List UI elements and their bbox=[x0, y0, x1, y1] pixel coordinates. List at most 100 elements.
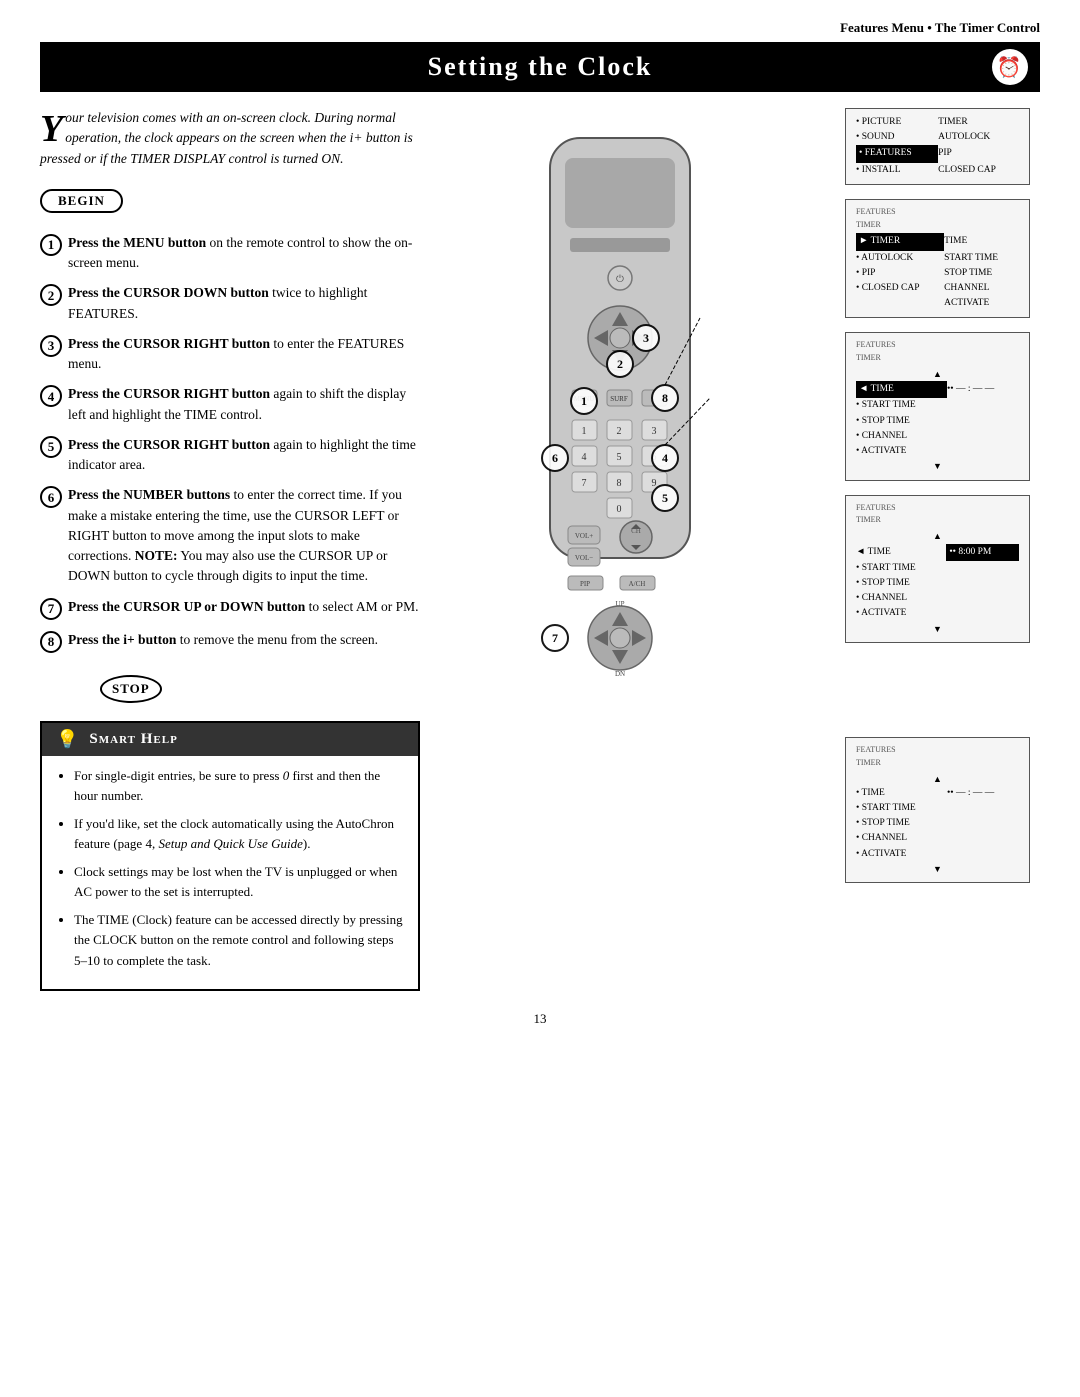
menu-cell: • STOP TIME bbox=[856, 576, 946, 591]
menu-cell: • PICTURE bbox=[856, 115, 938, 130]
menu-row: • PIP STOP TIME bbox=[856, 266, 1019, 281]
smart-help-title: 💡 Smart Help bbox=[42, 723, 418, 756]
menu-row-highlighted: ► TIMER TIME bbox=[856, 233, 1019, 250]
up-arrow-3: ▲ bbox=[856, 772, 1019, 786]
menu-cell: ACTIVATE bbox=[944, 296, 1019, 311]
clock-icon: ⏰ bbox=[992, 49, 1028, 85]
menu-cell-time-value: •• 8:00 PM bbox=[946, 544, 1019, 561]
step-4-number: 4 bbox=[40, 385, 62, 407]
svg-text:3: 3 bbox=[652, 426, 657, 437]
svg-text:DN: DN bbox=[615, 670, 625, 678]
menu-row: • STOP TIME bbox=[856, 576, 1019, 591]
menu-cell: • STOP TIME bbox=[856, 414, 947, 429]
step-2: 2 Press the CURSOR DOWN button twice to … bbox=[40, 283, 420, 324]
menu-cell-timer-highlighted: ► TIMER bbox=[856, 233, 944, 250]
steps-list: 1 Press the MENU button on the remote co… bbox=[40, 233, 420, 653]
step-4-bold: Press the CURSOR RIGHT button bbox=[68, 386, 270, 401]
svg-text:1: 1 bbox=[582, 426, 587, 437]
menu-cell: • INSTALL bbox=[856, 163, 938, 178]
screen-header-1: FEATURES bbox=[856, 206, 1019, 219]
menu-cell: • START TIME bbox=[856, 561, 946, 576]
menu-cell bbox=[856, 296, 944, 311]
step-5: 5 Press the CURSOR RIGHT button again to… bbox=[40, 435, 420, 476]
menu-row: • CHANNEL bbox=[856, 429, 1019, 444]
menu-row: • CHANNEL bbox=[856, 591, 1019, 606]
down-arrow-2: ▼ bbox=[856, 622, 1019, 636]
stop-badge: STOP bbox=[100, 675, 162, 703]
down-arrow: ▼ bbox=[856, 459, 1019, 473]
step-1-number: 1 bbox=[40, 234, 62, 256]
page-title-bar: Setting the Clock ⏰ bbox=[40, 42, 1040, 92]
page-num-text: 13 bbox=[534, 1011, 547, 1026]
page-title: Setting the Clock bbox=[428, 52, 653, 82]
svg-text:8: 8 bbox=[662, 391, 668, 405]
step-5-content: Press the CURSOR RIGHT button again to h… bbox=[68, 435, 420, 476]
begin-badge: BEGIN bbox=[40, 189, 123, 213]
menu-cell: • ACTIVATE bbox=[856, 606, 946, 621]
svg-text:5: 5 bbox=[662, 491, 668, 505]
menu-row: • PICTURE TIMER bbox=[856, 115, 1019, 130]
step-3-number: 3 bbox=[40, 335, 62, 357]
menu-cell: • START TIME bbox=[856, 801, 947, 816]
step-6-bold: Press the NUMBER buttons bbox=[68, 487, 230, 502]
svg-text:SURF: SURF bbox=[610, 395, 628, 403]
smart-help-body: For single-digit entries, be sure to pre… bbox=[42, 756, 418, 989]
step-7: 7 Press the CURSOR UP or DOWN button to … bbox=[40, 597, 420, 620]
menu-row: • TIME •• — : — — bbox=[856, 786, 1019, 801]
menu-cell: • CHANNEL bbox=[856, 591, 946, 606]
smart-help-item-4: The TIME (Clock) feature can be accessed… bbox=[74, 910, 404, 970]
svg-text:PIP: PIP bbox=[580, 580, 590, 588]
step-8-bold: Press the i+ button bbox=[68, 632, 176, 647]
svg-text:A/CH: A/CH bbox=[629, 580, 646, 588]
screen-header-3a: FEATURES bbox=[856, 339, 1019, 352]
menu-cell: CLOSED CAP bbox=[938, 163, 1019, 178]
right-column: ⏻ MENU SURF bbox=[440, 108, 1040, 991]
menu-row: • START TIME bbox=[856, 561, 1019, 576]
page-header: Features Menu • The Timer Control bbox=[40, 20, 1040, 36]
svg-text:4: 4 bbox=[662, 451, 668, 465]
up-arrow-2: ▲ bbox=[856, 529, 1019, 543]
smart-help-box: 💡 Smart Help For single-digit entries, b… bbox=[40, 721, 420, 991]
right-area: ⏻ MENU SURF bbox=[440, 108, 1040, 908]
step-6: 6 Press the NUMBER buttons to enter the … bbox=[40, 485, 420, 586]
menu-cell: • CHANNEL bbox=[856, 831, 947, 846]
step-4-content: Press the CURSOR RIGHT button again to s… bbox=[68, 384, 420, 425]
menu-cell-dashes2: •• — : — — bbox=[947, 786, 1019, 801]
menu-row: • ACTIVATE bbox=[856, 847, 1019, 862]
drop-cap: Y bbox=[40, 108, 63, 148]
svg-text:5: 5 bbox=[617, 452, 622, 463]
step-1: 1 Press the MENU button on the remote co… bbox=[40, 233, 420, 274]
menu-cell: • CLOSED CAP bbox=[856, 281, 944, 296]
menu-screen-2: FEATURES TIMER ► TIMER TIME • AUTOLOCK S… bbox=[845, 199, 1030, 319]
menu-row: • CLOSED CAP CHANNEL bbox=[856, 281, 1019, 296]
step-2-bold: Press the CURSOR DOWN button bbox=[68, 285, 269, 300]
svg-text:6: 6 bbox=[552, 451, 558, 465]
screen-header-2: TIMER bbox=[856, 219, 1019, 232]
bulb-icon: 💡 bbox=[56, 729, 79, 750]
menu-row: • CHANNEL bbox=[856, 831, 1019, 846]
step-3-content: Press the CURSOR RIGHT button to enter t… bbox=[68, 334, 420, 375]
menu-row: • STOP TIME bbox=[856, 414, 1019, 429]
menu-row: • ACTIVATE bbox=[856, 606, 1019, 621]
screen-header-5b: TIMER bbox=[856, 757, 1019, 770]
menu-cell: ◄ TIME bbox=[856, 544, 946, 561]
menu-row: • ACTIVATE bbox=[856, 444, 1019, 459]
step-1-bold: Press the MENU button bbox=[68, 235, 206, 250]
step-3-bold: Press the CURSOR RIGHT button bbox=[68, 336, 270, 351]
step-8: 8 Press the i+ button to remove the menu… bbox=[40, 630, 420, 653]
svg-text:VOL+: VOL+ bbox=[575, 532, 593, 540]
svg-text:0: 0 bbox=[617, 504, 622, 515]
menu-cell-dashes: •• — : — — bbox=[947, 381, 1019, 398]
svg-text:2: 2 bbox=[617, 357, 623, 371]
svg-text:4: 4 bbox=[582, 452, 587, 463]
menu-row-highlighted: ◄ TIME •• — : — — bbox=[856, 381, 1019, 398]
menu-row: • START TIME bbox=[856, 801, 1019, 816]
menu-row: • AUTOLOCK START TIME bbox=[856, 251, 1019, 266]
menu-screen-4: FEATURES TIMER ▲ ◄ TIME •• 8:00 PM • STA… bbox=[845, 495, 1030, 643]
menu-cell: • CHANNEL bbox=[856, 429, 947, 444]
step-6-number: 6 bbox=[40, 486, 62, 508]
step-5-number: 5 bbox=[40, 436, 62, 458]
menu-row: • STOP TIME bbox=[856, 816, 1019, 831]
menu-cell: • TIME bbox=[856, 786, 947, 801]
remote-illustration: ⏻ MENU SURF bbox=[470, 118, 770, 898]
